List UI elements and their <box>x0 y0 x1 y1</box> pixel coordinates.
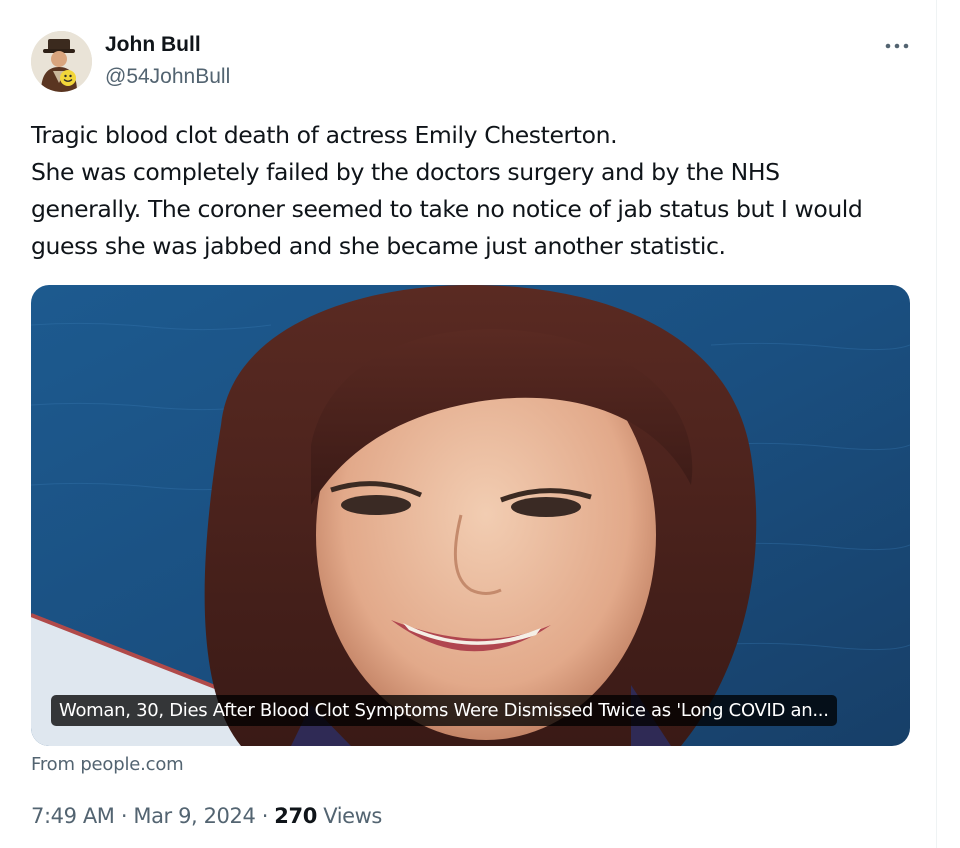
tweet-card: John Bull @54JohnBull Tragic blood clot … <box>0 0 937 848</box>
more-options-button[interactable] <box>880 34 914 58</box>
tweet-date[interactable]: Mar 9, 2024 <box>133 804 255 828</box>
tweet-meta: 7:49 AM · Mar 9, 2024 · 270 Views <box>31 804 382 828</box>
author-name[interactable]: John Bull <box>105 33 201 57</box>
link-card-image[interactable]: Woman, 30, Dies After Blood Clot Symptom… <box>31 285 910 746</box>
tweet-text-line: generally. The coroner seemed to take no… <box>31 195 863 223</box>
tweet-time[interactable]: 7:49 AM <box>31 804 115 828</box>
views-count[interactable]: 270 <box>274 804 317 828</box>
meta-separator: · <box>261 804 269 828</box>
author-handle[interactable]: @54JohnBull <box>105 65 230 89</box>
tweet-text: Tragic blood clot death of actress Emily… <box>31 117 921 265</box>
article-photo <box>31 285 910 746</box>
views-label: Views <box>316 804 382 828</box>
meta-separator: · <box>120 804 128 828</box>
avatar-image <box>31 31 92 92</box>
tweet-text-line: guess she was jabbed and she became just… <box>31 232 726 260</box>
link-source[interactable]: From people.com <box>31 754 184 775</box>
tweet-text-line: Tragic blood clot death of actress Emily… <box>31 121 618 149</box>
link-card-caption: Woman, 30, Dies After Blood Clot Symptom… <box>51 695 837 726</box>
tweet-text-line: She was completely failed by the doctors… <box>31 158 780 186</box>
more-dots-icon <box>885 43 909 49</box>
avatar[interactable] <box>31 31 92 92</box>
